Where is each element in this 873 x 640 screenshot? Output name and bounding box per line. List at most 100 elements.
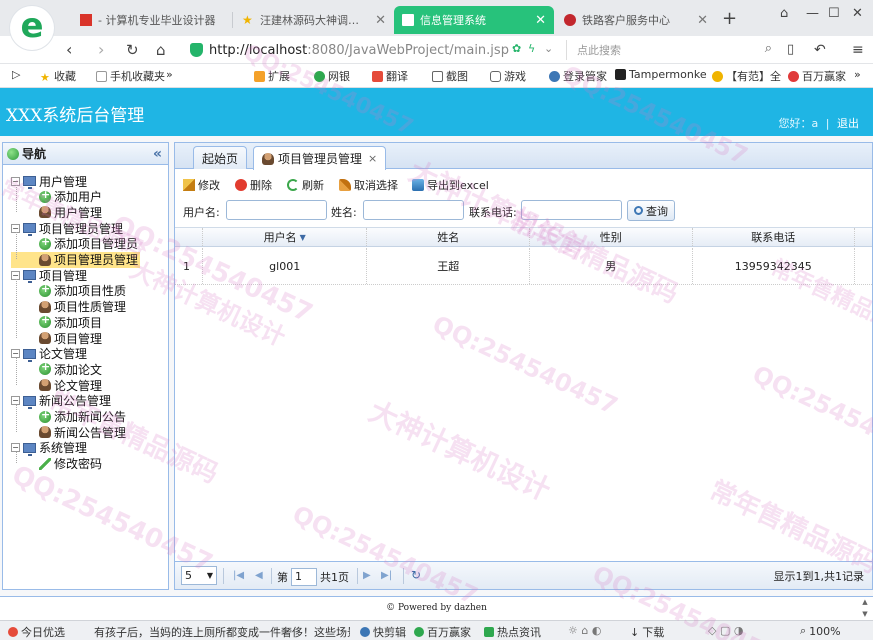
status-tools[interactable]: ◇ ▢ ◑: [708, 624, 743, 637]
nav-item[interactable]: 添加论文: [39, 360, 104, 377]
status-million[interactable]: 百万赢家: [414, 624, 471, 640]
bookmark-translate[interactable]: 翻译: [372, 68, 408, 84]
maximize-icon[interactable]: ☐: [828, 6, 840, 21]
bookmark-login-manager[interactable]: 登录管家: [549, 68, 607, 84]
collapse-icon[interactable]: «: [153, 146, 162, 162]
column-header[interactable]: 联系电话: [693, 228, 856, 246]
bookmark-games[interactable]: 游戏: [490, 68, 526, 84]
status-icons[interactable]: ☼ ⌂ ◐: [568, 624, 601, 637]
browser-tab-3[interactable]: 信息管理系统 ✕: [394, 6, 554, 34]
browser-tab-2[interactable]: ★ 汪建林源码大神调试的C ✕: [234, 6, 394, 34]
search-icon[interactable]: ⌕: [765, 41, 772, 56]
delete-button[interactable]: 删除: [235, 177, 272, 193]
pager: 5 ▼ |◀ ◀ 第 1 共1页 ▶ ▶| ↻ 显示1到1,共1记录: [175, 561, 872, 589]
nav-item[interactable]: 项目管理员管理: [11, 251, 141, 268]
status-quick-edit[interactable]: 快剪辑: [360, 624, 406, 640]
bookmark-bank[interactable]: 网银: [314, 68, 350, 84]
close-tab-icon[interactable]: ✕: [697, 13, 708, 28]
close-tab-icon[interactable]: ✕: [535, 13, 546, 28]
forward-icon[interactable]: ›: [98, 40, 104, 60]
address-bar[interactable]: http://localhost:8080/JavaWebProject/mai…: [190, 39, 560, 61]
new-tab-button[interactable]: +: [722, 10, 737, 28]
bookmark-mobile[interactable]: 手机收藏夹: [96, 68, 165, 84]
column-header[interactable]: 姓名: [367, 228, 530, 246]
table-row[interactable]: 1 gl001 王超男 13959342345: [175, 248, 872, 285]
nav-item[interactable]: 新闻公告管理: [39, 424, 128, 440]
bookmark-favorites[interactable]: ★ 收藏: [40, 68, 76, 84]
nav-group[interactable]: − 项目管理员管理: [11, 220, 123, 237]
status-download[interactable]: ↓ 下载: [630, 624, 664, 640]
bookmark-more[interactable]: »: [166, 68, 173, 81]
status-news-ticker[interactable]: 有孩子后，当妈的连上厕所都变成一件奢侈！这些场景: [94, 624, 350, 640]
status-hot-news[interactable]: 热点资讯: [484, 624, 541, 640]
dropdown-icon[interactable]: ⌄: [544, 42, 553, 55]
sidebar-toggle-icon[interactable]: ▷: [12, 68, 20, 81]
tab-project-admin-management[interactable]: 项目管理员管理 ×: [253, 146, 387, 170]
edit-button[interactable]: 修改: [183, 177, 220, 193]
phone-input[interactable]: [521, 200, 622, 220]
browser-search-input[interactable]: 点此搜索 ⌕: [566, 40, 776, 60]
nav-item[interactable]: 项目性质管理: [39, 299, 128, 315]
status-zoom[interactable]: ⌕ 100%: [800, 624, 841, 638]
reload-icon[interactable]: ↻: [126, 40, 139, 60]
menu-icon[interactable]: ≡: [852, 40, 864, 60]
name-input[interactable]: [363, 200, 464, 220]
shirt-icon[interactable]: ⌂: [780, 6, 788, 21]
bookmark-youfan[interactable]: 【有范】全: [712, 68, 781, 84]
nav-item[interactable]: 论文管理: [39, 377, 104, 393]
cancel-select-button[interactable]: 取消选择: [339, 177, 398, 193]
nav-item[interactable]: 添加项目: [39, 313, 104, 330]
nav-item-label: 用户管理: [54, 205, 103, 220]
nav-group[interactable]: − 项目管理: [11, 267, 87, 284]
status-today-picks[interactable]: 今日优选: [8, 624, 65, 640]
undo-icon[interactable]: ↶: [814, 40, 826, 60]
nav-group[interactable]: − 新闻公告管理: [11, 393, 111, 409]
query-button[interactable]: 查询: [627, 200, 675, 221]
nav-item[interactable]: 添加用户: [39, 188, 104, 205]
sidebar-title: 导航: [22, 147, 47, 161]
browser-tab-1[interactable]: - 计算机专业毕业设计器: [72, 6, 232, 34]
nav-group[interactable]: − 用户管理: [11, 173, 87, 189]
refresh-button[interactable]: 刷新: [287, 177, 324, 193]
phone-icon[interactable]: ▯: [787, 40, 794, 60]
bookmark-tampermonkey[interactable]: Tampermonke: [615, 68, 707, 81]
nav-item[interactable]: 添加项目管理员: [39, 235, 140, 252]
nav-item[interactable]: 修改密码: [39, 456, 104, 472]
nav-item[interactable]: 添加项目性质: [39, 282, 128, 299]
sort-desc-icon[interactable]: ▼: [300, 233, 306, 242]
bookmark-extensions[interactable]: 扩展: [254, 68, 290, 84]
logout-link[interactable]: 退出: [837, 117, 859, 130]
page-number-input[interactable]: 1: [291, 568, 317, 586]
column-header[interactable]: 用户名 ▼: [203, 228, 368, 246]
add-icon: [39, 360, 51, 376]
close-tab-icon[interactable]: ×: [368, 152, 377, 165]
home-icon[interactable]: ⌂: [156, 40, 166, 60]
security-icon[interactable]: ✿: [512, 42, 521, 55]
lightning-icon[interactable]: ϟ: [528, 42, 535, 55]
export-excel-button[interactable]: 导出到excel: [412, 177, 489, 193]
nav-item[interactable]: 添加新闻公告: [39, 408, 128, 425]
bookmark-overflow[interactable]: »: [854, 68, 861, 81]
last-page-icon[interactable]: ▶|: [381, 570, 392, 581]
close-tab-icon[interactable]: ✕: [375, 13, 386, 28]
refresh-icon[interactable]: ↻: [411, 568, 421, 582]
page-scrollbar[interactable]: ▲ ▼: [859, 596, 871, 620]
minimize-icon[interactable]: —: [806, 6, 819, 21]
browser-tab-4[interactable]: 铁路客户服务中心 ✕: [556, 6, 716, 34]
close-window-icon[interactable]: ✕: [852, 6, 863, 21]
first-page-icon[interactable]: |◀: [233, 570, 244, 581]
bookmark-screenshot[interactable]: 截图: [432, 68, 468, 84]
nav-item[interactable]: 用户管理: [39, 204, 104, 220]
next-page-icon[interactable]: ▶: [363, 570, 371, 581]
tab-home[interactable]: 起始页: [193, 146, 248, 169]
bookmark-million[interactable]: 百万赢家: [788, 68, 846, 84]
back-icon[interactable]: ‹: [66, 40, 72, 60]
nav-group[interactable]: − 论文管理: [11, 346, 87, 362]
prev-page-icon[interactable]: ◀: [255, 570, 263, 581]
page-size-select[interactable]: 5 ▼: [181, 566, 217, 585]
nav-item[interactable]: 项目管理: [39, 330, 104, 346]
login-icon: [549, 70, 560, 82]
column-header[interactable]: 性别: [530, 228, 693, 246]
username-input[interactable]: [226, 200, 327, 220]
nav-group[interactable]: − 系统管理: [11, 440, 87, 456]
